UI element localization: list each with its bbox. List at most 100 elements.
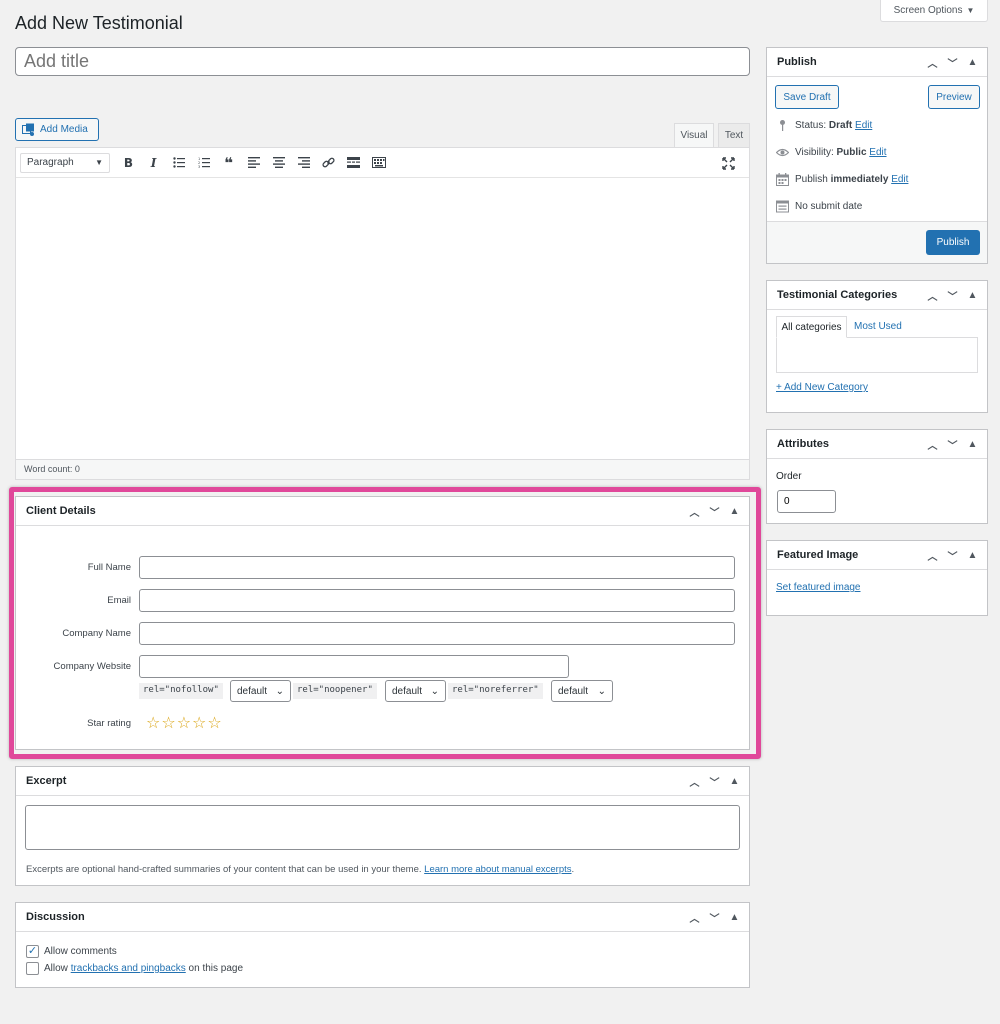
- discussion-title: Discussion: [26, 911, 85, 923]
- editor-content-area[interactable]: [16, 178, 749, 459]
- order-input[interactable]: [777, 490, 836, 513]
- collapse-icon[interactable]: ▲: [966, 290, 979, 301]
- move-down-icon[interactable]: ﹀: [708, 774, 721, 789]
- star-icon[interactable]: ☆: [146, 715, 160, 731]
- add-media-label: Add Media: [40, 124, 88, 135]
- collapse-icon[interactable]: ▲: [966, 550, 979, 561]
- set-featured-image-link[interactable]: Set featured image: [776, 582, 861, 593]
- title-input[interactable]: [15, 47, 750, 76]
- status-edit-link[interactable]: Edit: [855, 120, 872, 131]
- caret-down-icon: ▼: [95, 158, 103, 167]
- excerpt-textarea[interactable]: [25, 805, 740, 850]
- star-icon[interactable]: ☆: [207, 715, 221, 731]
- noopener-select-value: default: [392, 685, 423, 697]
- move-up-icon[interactable]: ︿: [926, 548, 939, 563]
- tab-all-categories[interactable]: All categories: [776, 316, 847, 338]
- chevron-down-icon: ⌄: [597, 685, 606, 697]
- blockquote-icon[interactable]: ❝: [216, 152, 241, 174]
- move-down-icon[interactable]: ﹀: [946, 288, 959, 303]
- move-up-icon[interactable]: ︿: [926, 437, 939, 452]
- publish-button[interactable]: Publish: [926, 230, 980, 255]
- bold-icon[interactable]: B: [116, 152, 141, 174]
- add-media-button[interactable]: Add Media: [15, 118, 99, 141]
- excerpt-help-text: Excerpts are optional hand-crafted summa…: [26, 864, 422, 875]
- italic-icon[interactable]: I: [141, 152, 166, 174]
- allow-trackbacks-checkbox[interactable]: [26, 962, 39, 975]
- nofollow-select[interactable]: default ⌄: [230, 680, 291, 702]
- publish-time-edit-link[interactable]: Edit: [891, 174, 908, 185]
- collapse-icon[interactable]: ▲: [728, 776, 741, 787]
- noreferrer-select[interactable]: default ⌄: [551, 680, 613, 702]
- categories-header: Testimonial Categories ︿ ﹀ ▲: [767, 281, 987, 310]
- preview-button[interactable]: Preview: [928, 85, 980, 109]
- excerpt-learn-more-link[interactable]: Learn more about manual excerpts: [424, 864, 571, 875]
- read-more-icon[interactable]: [341, 152, 366, 174]
- move-up-icon[interactable]: ︿: [926, 288, 939, 303]
- eye-icon: [775, 146, 790, 159]
- toolbar-toggle-icon[interactable]: [366, 152, 391, 174]
- rel-noopener-code: rel="noopener": [293, 683, 377, 699]
- company-name-input[interactable]: [139, 622, 735, 645]
- align-center-icon[interactable]: [266, 152, 291, 174]
- status-row: Status: Draft Edit: [776, 119, 872, 132]
- move-down-icon[interactable]: ﹀: [946, 548, 959, 563]
- noreferrer-select-value: default: [558, 685, 589, 697]
- collapse-icon[interactable]: ▲: [728, 506, 741, 517]
- status-label: Status:: [795, 120, 827, 131]
- status-value: Draft: [828, 120, 853, 131]
- fullscreen-icon[interactable]: [716, 152, 741, 174]
- noopener-select[interactable]: default ⌄: [385, 680, 446, 702]
- bullet-list-icon[interactable]: [166, 152, 191, 174]
- move-up-icon[interactable]: ︿: [926, 55, 939, 70]
- visibility-edit-link[interactable]: Edit: [869, 147, 886, 158]
- tab-most-used[interactable]: Most Used: [854, 321, 902, 332]
- form-icon: [776, 200, 789, 213]
- star-icon[interactable]: ☆: [161, 715, 175, 731]
- client-details-title: Client Details: [26, 505, 96, 517]
- schedule-row: Publish immediately Edit: [776, 173, 908, 186]
- allow-prefix: Allow: [44, 963, 68, 974]
- publish-title: Publish: [777, 56, 817, 68]
- collapse-icon[interactable]: ▲: [966, 439, 979, 450]
- move-down-icon[interactable]: ﹀: [946, 437, 959, 452]
- move-up-icon[interactable]: ︿: [688, 910, 701, 925]
- tab-text[interactable]: Text: [718, 123, 750, 147]
- featured-image-header: Featured Image ︿ ﹀ ▲: [767, 541, 987, 570]
- client-details-header: Client Details ︿ ﹀ ▲: [16, 497, 749, 526]
- visibility-value: Public: [836, 147, 867, 158]
- tab-visual[interactable]: Visual: [674, 123, 714, 147]
- move-down-icon[interactable]: ﹀: [708, 910, 721, 925]
- align-left-icon[interactable]: [241, 152, 266, 174]
- link-icon[interactable]: [316, 152, 341, 174]
- publish-time-value: immediately: [830, 174, 889, 185]
- collapse-icon[interactable]: ▲: [966, 57, 979, 68]
- collapse-icon[interactable]: ▲: [728, 912, 741, 923]
- star-icon[interactable]: ☆: [192, 715, 206, 731]
- excerpt-header: Excerpt ︿ ﹀ ▲: [16, 767, 749, 796]
- allow-comments-checkbox[interactable]: ✓: [26, 945, 39, 958]
- categories-title: Testimonial Categories: [777, 289, 898, 301]
- featured-image-box: Featured Image ︿ ﹀ ▲: [766, 540, 988, 616]
- rel-nofollow-code: rel="nofollow": [139, 683, 223, 699]
- no-submit-date: No submit date: [795, 201, 863, 212]
- star-rating[interactable]: ☆ ☆ ☆ ☆ ☆: [146, 715, 222, 731]
- screen-options-button[interactable]: Screen Options ▼: [880, 0, 988, 22]
- move-down-icon[interactable]: ﹀: [946, 55, 959, 70]
- move-up-icon[interactable]: ︿: [688, 774, 701, 789]
- full-name-input[interactable]: [139, 556, 735, 579]
- trackbacks-link[interactable]: trackbacks and pingbacks: [71, 963, 186, 974]
- email-input[interactable]: [139, 589, 735, 612]
- add-new-category-link[interactable]: + Add New Category: [776, 382, 868, 393]
- align-right-icon[interactable]: [291, 152, 316, 174]
- excerpt-help: Excerpts are optional hand-crafted summa…: [26, 864, 574, 875]
- numbered-list-icon[interactable]: 123: [191, 152, 216, 174]
- featured-image-title: Featured Image: [777, 549, 859, 561]
- move-down-icon[interactable]: ﹀: [708, 504, 721, 519]
- save-draft-button[interactable]: Save Draft: [775, 85, 839, 109]
- format-select[interactable]: Paragraph ▼: [20, 152, 110, 173]
- company-website-input[interactable]: [139, 655, 569, 678]
- allow-trackbacks-label: Allow trackbacks and pingbacks on this p…: [44, 963, 243, 974]
- star-icon[interactable]: ☆: [177, 715, 191, 731]
- attributes-header: Attributes ︿ ﹀ ▲: [767, 430, 987, 459]
- move-up-icon[interactable]: ︿: [688, 504, 701, 519]
